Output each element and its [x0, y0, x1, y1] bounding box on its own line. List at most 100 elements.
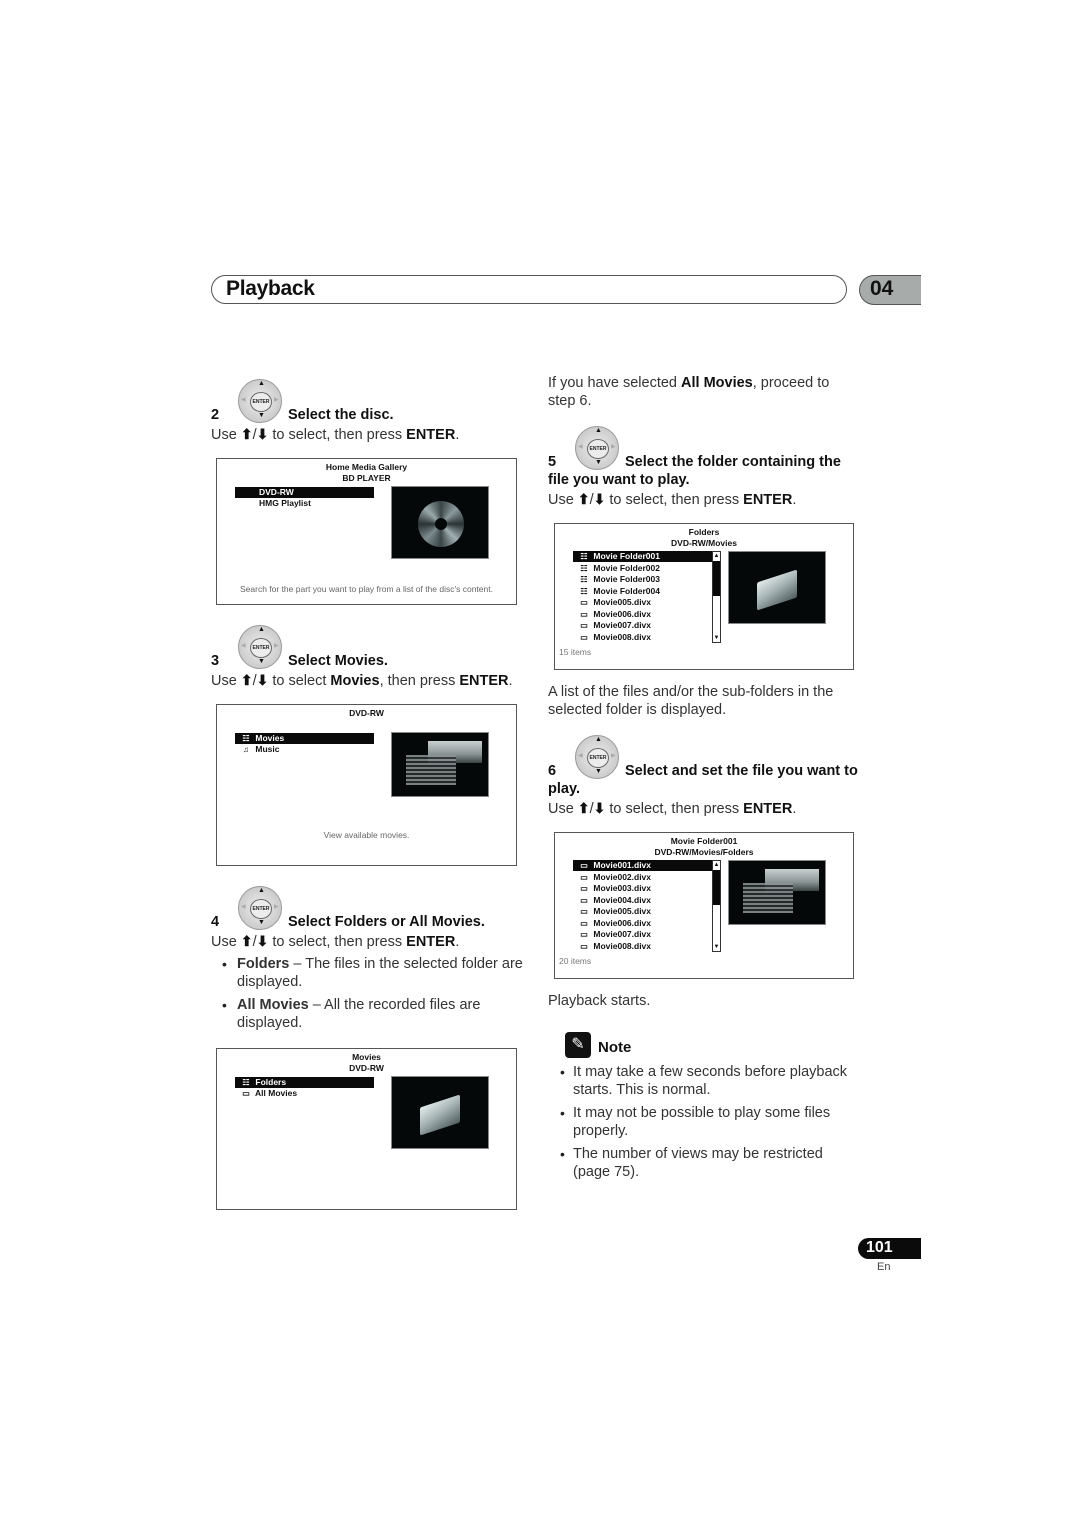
step-5-number: 5 [548, 454, 557, 470]
instruction-end: . [792, 492, 797, 508]
file-list-item[interactable]: ☷ Movie Folder003 [573, 574, 712, 585]
step-2-title: Select the disc. [288, 407, 394, 423]
file-list-item[interactable]: ▭ Movie005.divx [573, 906, 712, 917]
movie-folder-icon: ☷ [242, 734, 250, 743]
list-item-all-movies[interactable]: ▭ All Movies [235, 1088, 374, 1099]
pad-down-arrow-icon: ▼ [258, 919, 265, 926]
pad-left-arrow-icon: ◀ [241, 397, 246, 403]
list-item-label: Movie004.divx [593, 894, 652, 905]
step-5-instruction: Use ⬆/⬇ to select, then press ENTER. [548, 490, 796, 509]
screen-dvd-rw: DVD-RW ☷ Movies ♫ Music View available m… [216, 704, 517, 866]
bullet-icon: • [560, 1064, 565, 1080]
file-list-item[interactable]: ▭ Movie008.divx [573, 941, 712, 952]
instruction-text: to select, then press [272, 427, 403, 443]
list-item-movies[interactable]: ☷ Movies [235, 733, 374, 744]
movie-thumbnail [391, 732, 489, 797]
step-5-title-line2: file you want to play. [548, 472, 690, 488]
list-item-label: Movie Folder002 [593, 562, 660, 573]
folders-icon: ☷ [580, 552, 588, 561]
file-list-item[interactable]: ▭ Movie003.divx [573, 883, 712, 894]
remote-pad-icon: ▲ ◀ ENTER ▶ ▼ [238, 886, 282, 930]
list-item-label: DVD-RW [259, 487, 294, 497]
folder-image [757, 569, 797, 611]
movie-thumbnail [728, 860, 826, 925]
file-list-item[interactable]: ▭ Movie004.divx [573, 895, 712, 906]
file-list-item[interactable]: ▭ Movie008.divx [573, 632, 712, 643]
list-item-label: Movie006.divx [593, 917, 652, 928]
folders-icon: ☷ [580, 586, 588, 596]
step-5-result-text: A list of the files and/or the sub-folde… [548, 684, 834, 718]
scrollbar-thumb[interactable] [713, 870, 720, 905]
music-folder-icon: ♫ [243, 745, 249, 754]
down-arrow-icon: ⬇ [256, 426, 269, 442]
file-list-item[interactable]: ▭ Movie006.divx [573, 918, 712, 929]
movie-file-icon: ▭ [580, 941, 588, 951]
file-list-item[interactable]: ☷ Movie Folder001 [573, 551, 712, 562]
page-language: En [877, 1261, 891, 1273]
scrollbar-thumb[interactable] [713, 561, 720, 596]
file-list-item[interactable]: ▭ Movie002.divx [573, 872, 712, 883]
pad-enter-label: ENTER [250, 638, 272, 658]
pad-down-arrow-icon: ▼ [595, 768, 602, 775]
note-bullet: It may take a few seconds before playbac… [573, 1064, 848, 1098]
list-item-dvd-rw[interactable]: DVD-RW [235, 487, 374, 498]
list-item-label: Movies [255, 733, 285, 743]
scroll-up-icon[interactable]: ▲ [713, 861, 720, 869]
list-item-label: All Movies [255, 1088, 298, 1098]
file-list-item[interactable]: ☷ Movie Folder004 [573, 586, 712, 597]
list-item-hmg-playlist[interactable]: HMG Playlist [235, 498, 374, 509]
pad-up-arrow-icon: ▲ [258, 380, 265, 387]
step-6-title-line1: Select and set the file you want to [625, 763, 858, 779]
list-scrollbar[interactable]: ▲ ▼ [712, 860, 721, 952]
file-list-item[interactable]: ▭ Movie006.divx [573, 609, 712, 620]
scroll-down-icon[interactable]: ▼ [713, 634, 720, 642]
instruction-text: , then press [379, 673, 456, 689]
screen-subtitle: DVD-RW [349, 1063, 384, 1073]
enter-key-label: ENTER [743, 801, 793, 817]
pad-right-arrow-icon: ▶ [274, 397, 279, 403]
disc-hole [435, 518, 447, 530]
screen-title: DVD-RW [349, 708, 384, 718]
movie-file-icon: ▭ [580, 609, 588, 619]
movie-file-icon: ▭ [580, 861, 588, 870]
bullet-icon: • [222, 997, 227, 1013]
list-item-folders[interactable]: ☷ Folders [235, 1077, 374, 1088]
list-item-label: Movie005.divx [593, 597, 652, 607]
bullet-icon: • [560, 1105, 565, 1121]
movie-file-icon: ▭ [580, 918, 588, 928]
instruction-text: to select [272, 673, 327, 689]
pad-enter-label: ENTER [250, 899, 272, 919]
screen-subtitle: BD PLAYER [342, 473, 391, 483]
instruction-text: to select, then press [609, 492, 740, 508]
intro-text: If you have selected [548, 375, 677, 391]
step-4-number: 4 [211, 914, 220, 930]
scroll-down-icon[interactable]: ▼ [713, 943, 720, 951]
screen-caption: Search for the part you want to play fro… [240, 584, 493, 594]
step-3-title: Select Movies. [288, 653, 388, 669]
remote-pad-icon: ▲ ◀ ENTER ▶ ▼ [575, 735, 619, 779]
movie-file-icon: ▭ [580, 632, 588, 642]
enter-key-label: ENTER [743, 492, 793, 508]
bullet-icon: • [560, 1146, 565, 1162]
scroll-up-icon[interactable]: ▲ [713, 552, 720, 560]
pad-down-arrow-icon: ▼ [258, 658, 265, 665]
step-6-instruction: Use ⬆/⬇ to select, then press ENTER. [548, 799, 796, 818]
list-scrollbar[interactable]: ▲ ▼ [712, 551, 721, 643]
movie-file-icon: ▭ [580, 884, 588, 893]
note-bullet: The number of views may be restricted (p… [573, 1146, 823, 1180]
file-list-item[interactable]: ▭ Movie005.divx [573, 597, 712, 608]
pad-left-arrow-icon: ◀ [578, 753, 583, 759]
list-item-label: Movie006.divx [593, 608, 652, 619]
down-arrow-icon: ⬇ [256, 672, 269, 688]
movies-term: Movies [330, 673, 380, 689]
list-item-music[interactable]: ♫ Music [235, 744, 374, 755]
list-item-label: Movie007.divx [593, 929, 652, 939]
instruction-text: to select, then press [609, 801, 740, 817]
file-list-item[interactable]: ▭ Movie007.divx [573, 929, 712, 940]
file-list-item[interactable]: ☷ Movie Folder002 [573, 563, 712, 574]
file-list-item[interactable]: ▭ Movie007.divx [573, 620, 712, 631]
file-list-item[interactable]: ▭ Movie001.divx [573, 860, 712, 871]
list-item-label: Movie Folder004 [593, 585, 660, 596]
all-movies-intro: If you have selected All Movies, proceed… [548, 374, 848, 410]
down-arrow-icon: ⬇ [593, 491, 606, 507]
